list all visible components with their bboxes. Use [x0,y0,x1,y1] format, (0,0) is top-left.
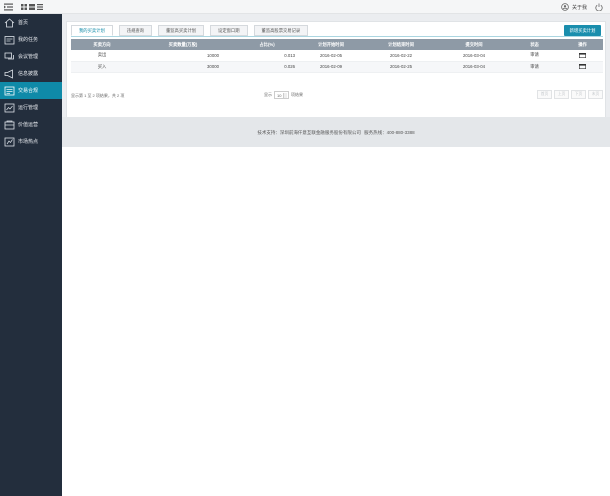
pagination-buttons: 首页 上页 下页 末页 [537,90,603,99]
column-header[interactable]: 提交时间 [441,39,507,50]
home-icon [4,17,15,28]
tab-divider [71,36,603,37]
prev-page-button[interactable]: 上页 [554,90,569,99]
sidebar-item-label: 市场热点 [18,139,39,145]
sidebar-item-label: 运行管理 [18,105,39,111]
task-icon [4,35,15,45]
view-switcher [21,4,43,10]
grid-view-icon[interactable] [21,4,27,10]
chart-icon [4,103,15,113]
sidebar-item-label: 价值运营 [18,122,39,128]
column-header[interactable]: 状态 [507,39,562,50]
chat-icon [4,52,15,62]
empty-content-area [62,147,610,496]
chevron-down-icon [283,93,287,98]
cell-direction: 卖出 [71,50,133,62]
cell-actions [562,61,603,73]
column-header[interactable]: 计划开始时间 [301,39,361,50]
cell-ratio: 0.013 [233,50,301,62]
new-plan-button[interactable]: 新增买卖计划 [564,25,601,36]
tab-my-plans[interactable]: 我的买卖计划 [71,25,113,36]
cell-direction: 买入 [71,61,133,73]
plan-panel: 我的买卖计划 违规查询 董监高买卖计划 设定窗口期 董监高股票交易记录 新增买卖… [66,21,606,119]
cell-end-date: 2016-02-22 [361,50,441,62]
page-size-value: 10 [277,92,282,98]
sidebar-item-value-ops[interactable]: 价值运营 [0,116,62,133]
power-icon[interactable] [595,3,603,11]
menu-toggle-icon[interactable] [4,3,13,11]
column-header[interactable]: 占比(%) [233,39,301,50]
cell-submitted-date: 2016-03-04 [441,61,507,73]
pagination-summary: 显示第 1 至 2 项结果，共 2 项 [71,93,125,98]
sidebar-item-disclosure[interactable]: 信息披露 [0,65,62,82]
tab-window-period[interactable]: 设定窗口期 [210,25,248,36]
cell-quantity: 30000 [133,61,233,73]
cell-start-date: 2016-02-05 [301,50,361,62]
cell-end-date: 2016-02-25 [361,61,441,73]
cell-status: 审请 [507,50,562,62]
column-header[interactable]: 计划结束时间 [361,39,441,50]
cell-start-date: 2016-02-09 [301,61,361,73]
column-header[interactable]: 买卖数量(万股) [133,39,233,50]
megaphone-icon [4,68,15,79]
footer-support: 技术支持：深圳前海仟意互联金融服务股份有限公司 [257,130,361,135]
sidebar-item-label: 交易合规 [18,88,39,94]
footer: 技术支持：深圳前海仟意互联金融服务股份有限公司 服务热线：400-880-338… [62,117,610,147]
cell-actions [562,50,603,62]
plans-table: 买卖方向 买卖数量(万股) 占比(%) 计划开始时间 计划结束时间 提交时间 状… [71,39,603,73]
page-size-prefix: 显示 [264,92,272,97]
sidebar-item-label: 信息披露 [18,71,39,77]
tab-bar: 我的买卖计划 违规查询 董监高买卖计划 设定窗口期 董监高股票交易记录 [71,25,309,36]
sidebar-item-label: 我的任务 [18,37,39,43]
table-header-row: 买卖方向 买卖数量(万股) 占比(%) 计划开始时间 计划结束时间 提交时间 状… [71,39,603,50]
page-size-suffix: 项结果 [291,92,303,97]
table-row[interactable]: 买入 30000 0.026 2016-02-09 2016-02-25 201… [71,61,603,73]
tab-executive-trade-records[interactable]: 董监高股票交易记录 [253,25,309,36]
sidebar-item-market-hot[interactable]: 市场热点 [0,133,62,150]
sidebar-item-meetings[interactable]: 会议管理 [0,48,62,65]
cell-submitted-date: 2016-03-04 [441,50,507,62]
about-me-label: 关于我 [572,4,588,11]
document-icon [4,86,15,96]
cell-quantity: 10000 [133,50,233,62]
fire-icon [4,137,15,147]
sidebar-item-label: 首页 [18,20,29,26]
user-settings-icon [561,3,569,11]
footer-hotline: 服务热线：400-880-3388 [364,130,415,135]
tile-view-icon[interactable] [29,4,35,10]
page-size-select[interactable]: 10 [274,91,289,99]
wallet-icon [4,120,15,130]
list-view-icon[interactable] [37,4,43,10]
last-page-button[interactable]: 末页 [588,90,603,99]
first-page-button[interactable]: 首页 [537,90,552,99]
column-header[interactable]: 操作 [562,39,603,50]
view-detail-icon[interactable] [579,52,586,58]
footer-text: 技术支持：深圳前海仟意互联金融服务股份有限公司 服务热线：400-880-338… [62,130,610,136]
top-bar: 关于我 [0,0,610,14]
sidebar-item-label: 会议管理 [18,54,39,60]
view-detail-icon[interactable] [579,64,586,70]
sidebar-item-home[interactable]: 首页 [0,14,62,31]
column-header[interactable]: 买卖方向 [71,39,133,50]
sidebar-item-operations[interactable]: 运行管理 [0,99,62,116]
pagination: 显示第 1 至 2 项结果，共 2 项 显示 10 项结果 首页 上页 下页 末… [71,90,603,101]
main-content: 我的买卖计划 违规查询 董监高买卖计划 设定窗口期 董监高股票交易记录 新增买卖… [62,14,610,496]
sidebar: 首页 我的任务 会议管理 信息披露 交易合规 运行管理 价值运营 市场热点 [0,14,62,496]
page-size-control: 显示 10 项结果 [264,91,303,99]
sidebar-item-trade-compliance[interactable]: 交易合规 [0,82,62,99]
tab-executive-plans[interactable]: 董监高买卖计划 [157,25,205,36]
sidebar-item-my-tasks[interactable]: 我的任务 [0,31,62,48]
about-me-link[interactable]: 关于我 [561,3,587,11]
next-page-button[interactable]: 下页 [571,90,586,99]
cell-status: 审请 [507,61,562,73]
table-row[interactable]: 卖出 10000 0.013 2016-02-05 2016-02-22 201… [71,50,603,62]
tab-violation-query[interactable]: 违规查询 [118,25,152,36]
cell-ratio: 0.026 [233,61,301,73]
